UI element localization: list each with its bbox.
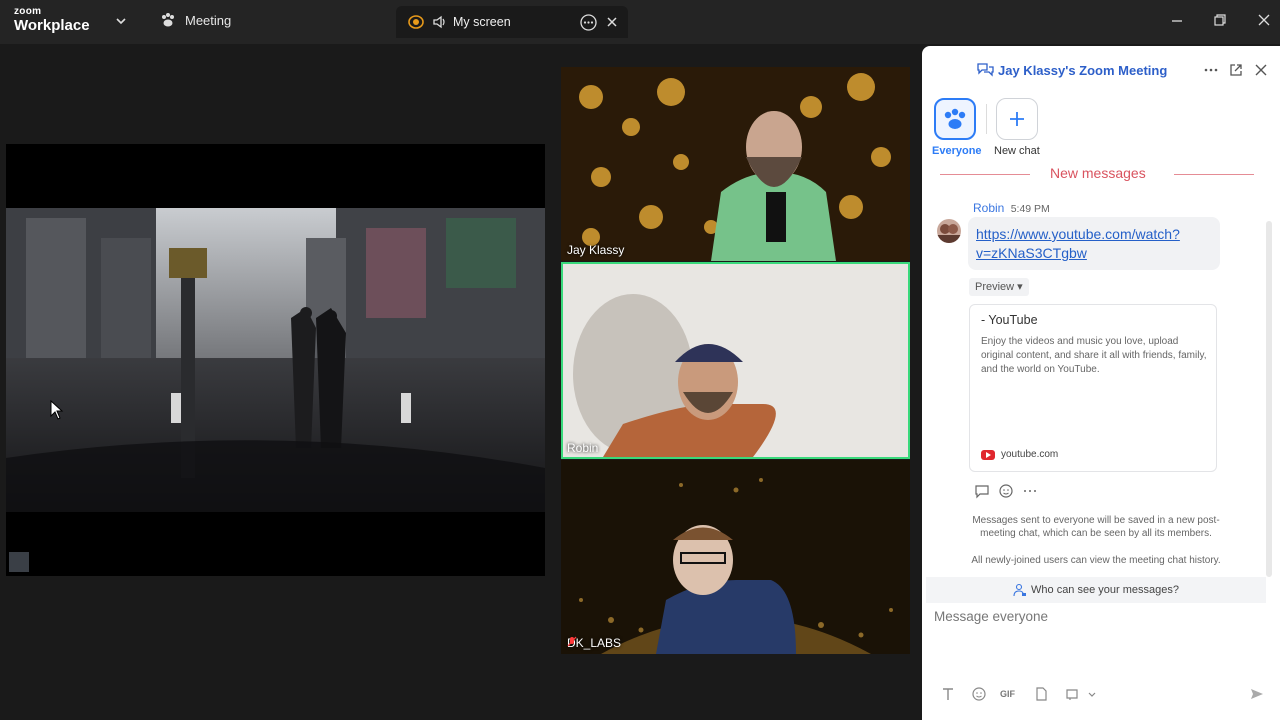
gif-button[interactable]: GIF [1000,686,1022,702]
close-window-icon[interactable] [1256,12,1272,28]
card-title: - YouTube [981,313,1038,327]
who-can-see-label: Who can see your messages? [1031,584,1179,596]
chat-tabs: Everyone New chat [922,98,1280,157]
tab-everyone-label: Everyone [932,145,982,157]
minimize-icon[interactable] [1169,12,1185,28]
city-street-image [6,208,545,512]
new-messages-label: New messages [1050,165,1146,181]
message-bubble: https://www.youtube.com/watch? v=zKNaS3CT… [968,217,1220,270]
preview-toggle-button[interactable]: Preview ▾ [969,278,1029,296]
zoom-workplace-logo[interactable]: zoom Workplace [14,6,90,34]
participant-name-row: DK_LABS [567,636,621,650]
tab-my-screen-label: My screen [453,15,511,29]
chat-title-text: Jay Klassy's Zoom Meeting [998,62,1168,78]
mouse-cursor-icon [50,400,64,420]
brand-big-text: Workplace [14,17,90,34]
avatar-image [937,219,961,243]
close-tab-icon[interactable] [605,15,619,29]
more-options-icon[interactable] [1022,483,1038,499]
tab-meeting-label: Meeting [185,12,232,28]
sender-name[interactable]: Robin [973,201,1004,215]
close-icon[interactable] [1253,62,1269,78]
participant-name: Jay Klassy [567,243,625,257]
chat-bubbles-icon [977,63,994,77]
youtube-link[interactable]: https://www.youtube.com/watch? v=zKNaS3CT… [976,226,1180,261]
chat-history-notice: All newly-joined users can view the meet… [971,555,1221,566]
file-icon[interactable] [1033,686,1049,702]
chat-scrollbar[interactable] [1266,221,1272,577]
paw-icon [162,13,174,27]
brand-small-text: zoom [14,6,42,17]
video-tile-robin[interactable]: Robin [561,262,910,459]
chevron-down-icon[interactable] [114,14,128,28]
emoji-icon[interactable] [971,686,987,702]
new-messages-divider: New messages [940,165,1254,183]
tab-new-chat[interactable] [996,98,1038,140]
participant-video [561,67,910,261]
reply-icon[interactable] [974,483,990,499]
pop-out-icon[interactable] [1228,62,1244,78]
tab-meeting[interactable]: Meeting [160,12,231,28]
card-site: youtube.com [981,449,1058,460]
chat-title: Jay Klassy's Zoom Meeting [977,62,1167,78]
participant-name: Robin [567,441,599,455]
tab-everyone[interactable] [934,98,976,140]
chat-panel: Jay Klassy's Zoom Meeting Everyone New c… [922,46,1280,720]
link-line-1: https://www.youtube.com/watch? [976,226,1180,242]
message-actions [974,483,1038,499]
message-input[interactable]: Message everyone [934,609,1048,624]
screenshot-icon[interactable] [1064,686,1080,702]
muted-mic-icon [567,636,577,647]
recording-icon [408,15,424,29]
paw-icon [944,108,966,129]
video-tile-dk-labs[interactable]: DK_LABS [561,460,910,654]
avatar[interactable] [937,219,961,243]
person-lock-icon [1013,583,1027,597]
chat-save-notice: Messages sent to everyone will be saved … [972,515,1220,539]
text-format-icon[interactable] [940,686,956,702]
youtube-icon [981,449,995,460]
participant-video [563,264,908,457]
tab-new-chat-label: New chat [994,145,1040,157]
tab-my-screen[interactable]: My screen [396,6,628,38]
link-preview-card[interactable]: - YouTube Enjoy the videos and music you… [969,304,1217,472]
restore-icon[interactable] [1212,12,1228,28]
composer-toolbar: GIF [940,686,1270,706]
shared-video-frame [6,208,545,512]
share-thumbnail[interactable] [9,552,29,572]
video-tile-jay-klassy[interactable]: Jay Klassy [561,67,910,261]
more-options-icon[interactable] [1203,62,1219,78]
chevron-down-icon[interactable] [1086,686,1098,702]
more-options-icon[interactable] [580,14,597,31]
plus-icon [1010,112,1024,126]
card-site-label: youtube.com [1001,449,1059,460]
participant-video [561,460,910,654]
link-line-2: v=zKNaS3CTgbw [976,245,1087,261]
who-can-see-bar[interactable]: Who can see your messages? [926,577,1266,603]
divider-line [940,174,1030,175]
emoji-reaction-icon[interactable] [998,483,1014,499]
tab-separator [986,104,987,134]
divider-line [1174,174,1254,175]
title-bar: zoom Workplace Meeting My screen [0,0,1280,44]
message-sender: Robin 5:49 PM [973,201,1050,215]
message-time: 5:49 PM [1010,203,1050,215]
chat-header: Jay Klassy's Zoom Meeting [922,46,1280,92]
send-icon[interactable] [1249,686,1265,702]
card-description: Enjoy the videos and music you love, upl… [981,336,1207,375]
speaker-icon[interactable] [432,15,446,29]
